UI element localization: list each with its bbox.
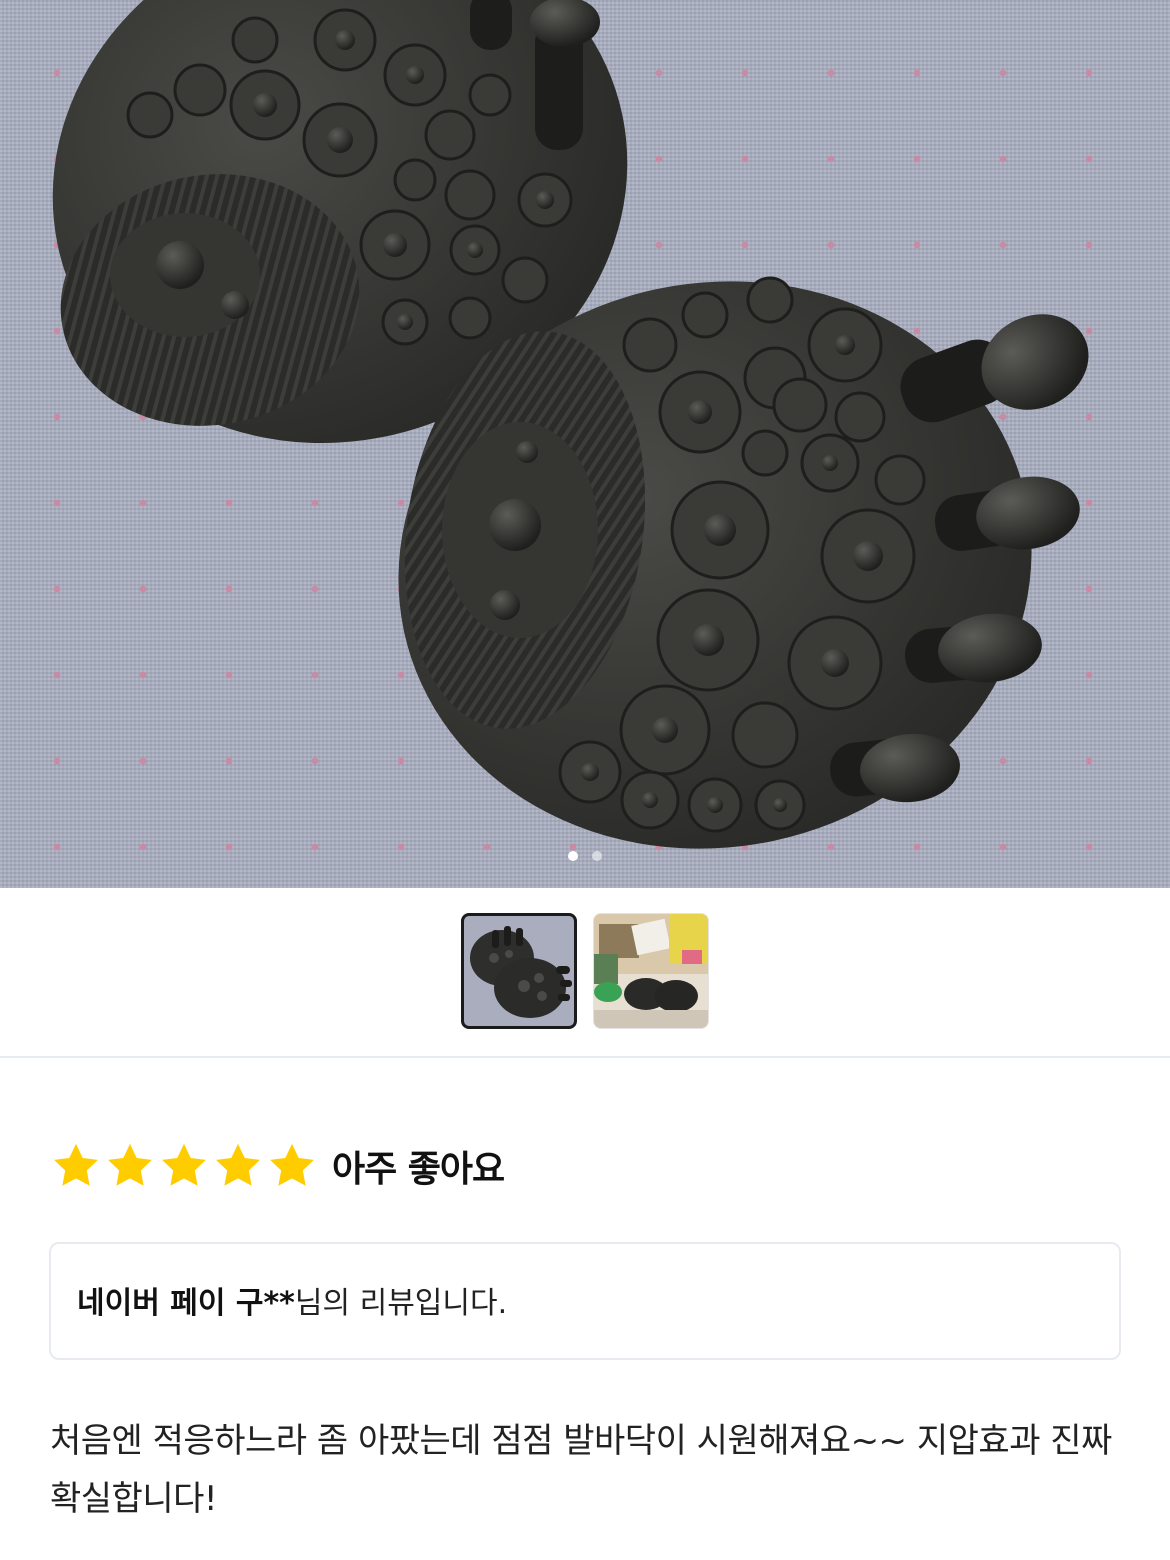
star-icon xyxy=(108,1143,152,1186)
section-divider xyxy=(0,1056,1170,1058)
reviewer-suffix: 님의 리뷰입니다. xyxy=(294,1286,508,1321)
gallery-page-indicator xyxy=(0,851,1170,861)
star-rating: 아주 좋아요 xyxy=(50,1140,505,1192)
insoles-illustration xyxy=(52,0,1089,849)
thumbnail-1[interactable] xyxy=(461,913,577,1029)
star-icon xyxy=(216,1143,260,1186)
rating-label: 아주 좋아요 xyxy=(332,1149,505,1190)
page-dot xyxy=(592,851,602,861)
reviewer-name: 네이버 페이 구** xyxy=(77,1286,295,1321)
thumbnail-1-image xyxy=(470,926,572,1018)
reviewer-info-box: 네이버 페이 구**님의 리뷰입니다. xyxy=(49,1242,1121,1360)
thumbnail-2[interactable] xyxy=(593,913,709,1029)
product-photo[interactable] xyxy=(0,0,1170,888)
star-icon xyxy=(270,1143,314,1186)
thumbnail-2-image xyxy=(594,914,708,1028)
page-dot-active xyxy=(568,851,578,861)
star-icon xyxy=(54,1143,98,1186)
review-body: 처음엔 적응하느라 좀 아팠는데 점점 발바닥이 시원해져요~~ 지압효과 진짜… xyxy=(50,1421,1112,1519)
thumbnail-strip xyxy=(0,913,1170,1029)
star-icon xyxy=(162,1143,206,1186)
